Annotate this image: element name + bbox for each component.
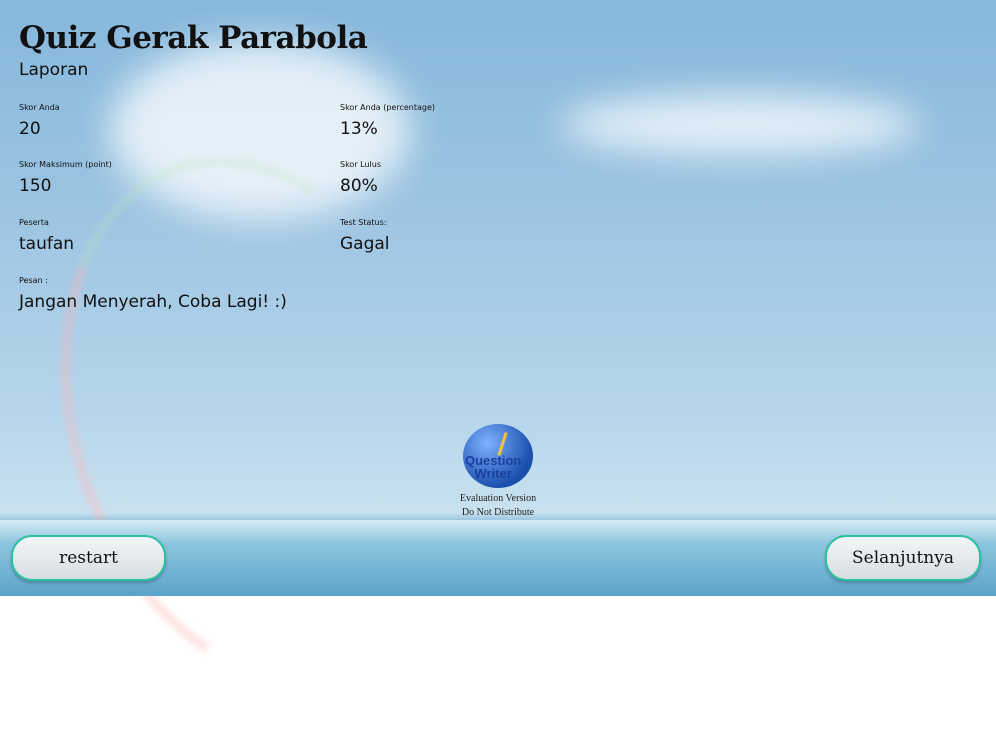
status-value: Gagal	[340, 234, 390, 254]
question-writer-logo: Question Writer Evaluation Version Do No…	[450, 424, 546, 520]
clock-globe-icon: Question Writer	[463, 424, 533, 488]
status-label: Test Status:	[340, 218, 387, 227]
message-value: Jangan Menyerah, Coba Lagi! :)	[19, 292, 287, 312]
participant-value: taufan	[19, 234, 75, 254]
score-label: Skor Anda	[19, 103, 60, 112]
page-title: Quiz Gerak Parabola	[19, 20, 368, 56]
eval-line1: Evaluation Version	[459, 493, 537, 504]
percent-value: 13%	[340, 119, 378, 139]
participant-label: Peserta	[19, 218, 49, 227]
max-score-value: 150	[19, 176, 52, 196]
score-value: 20	[19, 119, 41, 139]
pass-score-value: 80%	[340, 176, 378, 196]
eval-line2: Do Not Distribute	[461, 507, 535, 518]
restart-button[interactable]: restart	[11, 535, 166, 581]
page-subtitle: Laporan	[19, 60, 89, 80]
cloud-decoration	[560, 95, 920, 155]
max-score-label: Skor Maksimum (point)	[19, 160, 112, 169]
logo-line2: Writer	[474, 466, 512, 481]
pass-score-label: Skor Lulus	[340, 160, 381, 169]
next-button[interactable]: Selanjutnya	[825, 535, 981, 581]
message-label: Pesan :	[19, 276, 48, 285]
evaluation-notice: Evaluation Version Do Not Distribute	[450, 492, 546, 520]
percent-label: Skor Anda (percentage)	[340, 103, 436, 112]
